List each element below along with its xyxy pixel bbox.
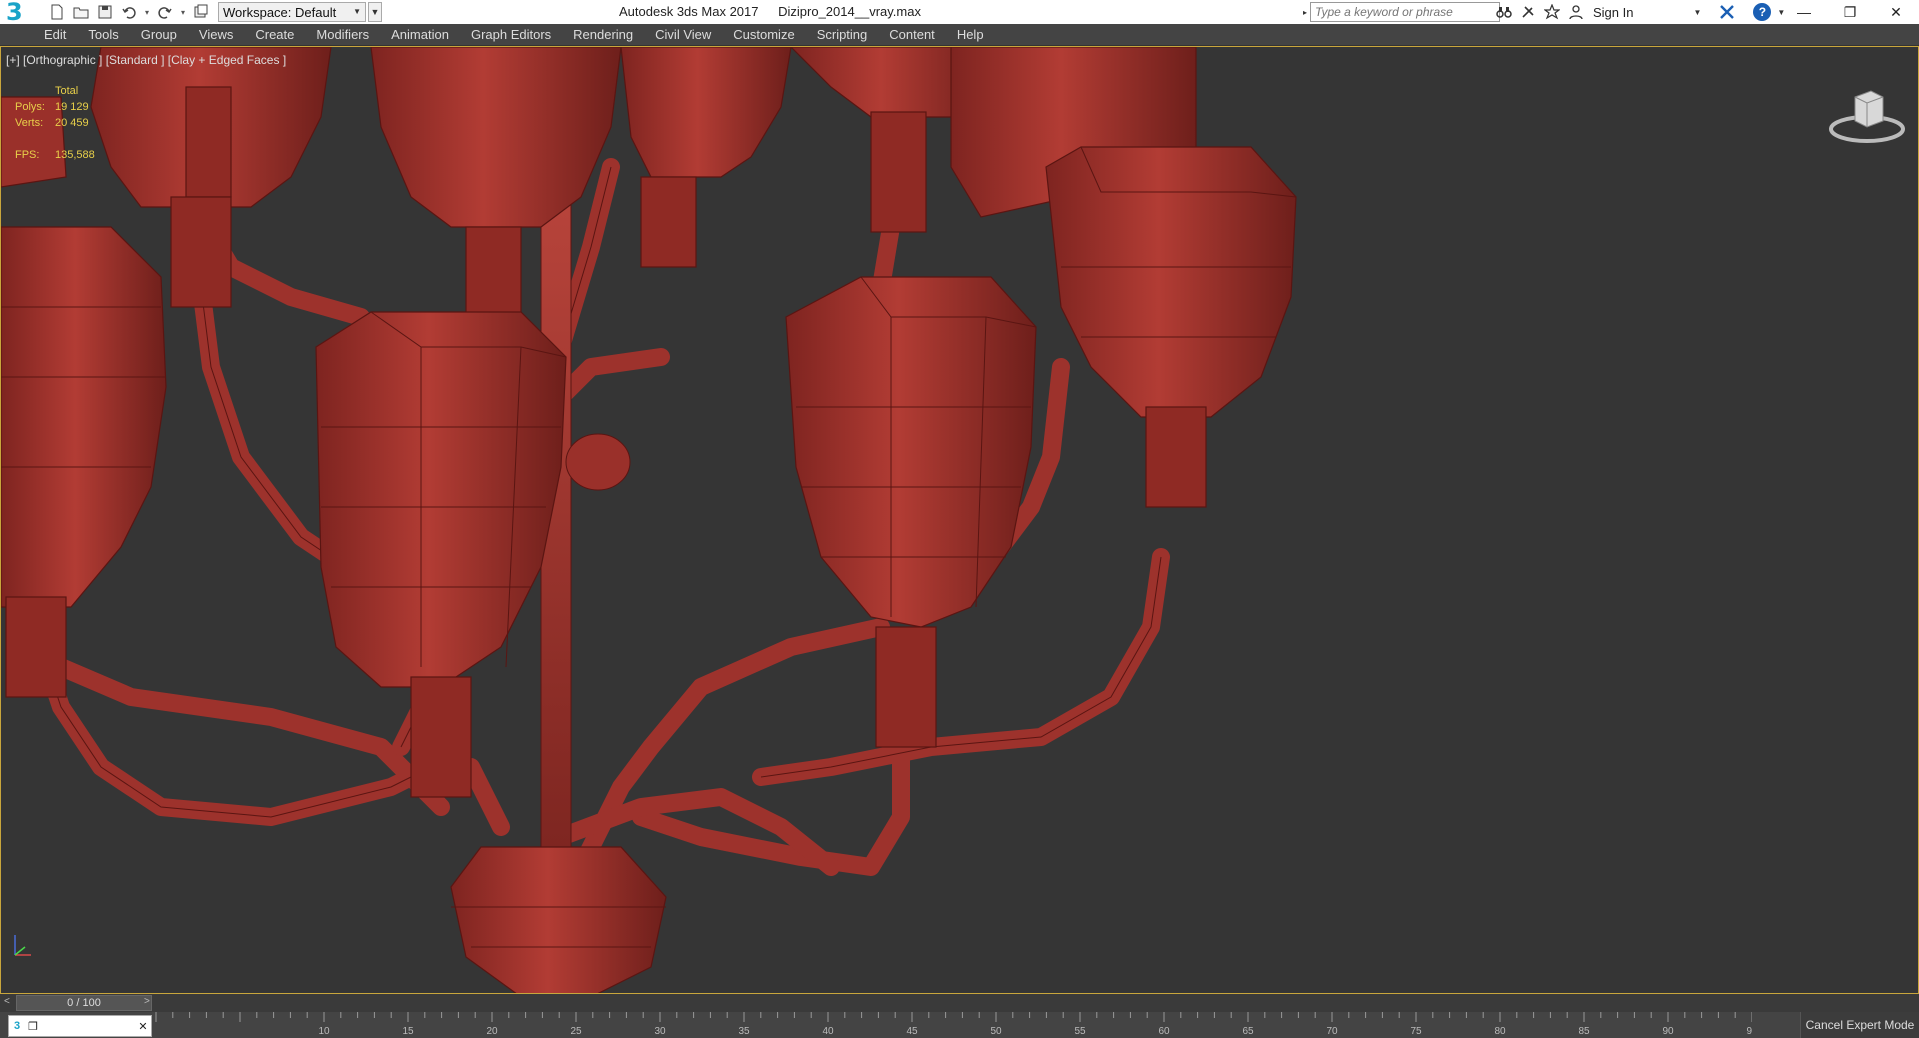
- workspace-options-button[interactable]: ▼: [368, 2, 382, 22]
- track-tick-label: 15: [402, 1026, 414, 1037]
- verts-value: 20 459: [55, 117, 89, 129]
- track-tick-label: 50: [990, 1026, 1002, 1037]
- sign-in-button[interactable]: Sign In: [1593, 5, 1633, 20]
- workspace-label: Workspace: Default: [223, 4, 337, 20]
- undo-dropdown-icon[interactable]: ▾: [142, 2, 152, 22]
- track-tick-label: 55: [1074, 1026, 1086, 1037]
- menu-help[interactable]: Help: [957, 24, 984, 46]
- menu-scripting[interactable]: Scripting: [817, 24, 868, 46]
- base-bowl: [450, 846, 667, 993]
- menu-modifiers[interactable]: Modifiers: [316, 24, 369, 46]
- new-file-icon[interactable]: [46, 2, 68, 22]
- fps-value: 135,588: [55, 149, 95, 161]
- track-tick-label: 20: [486, 1026, 498, 1037]
- star-icon[interactable]: [1543, 3, 1561, 21]
- file-name: Dizipro_2014__vray.max: [778, 4, 921, 19]
- search-input[interactable]: [1310, 2, 1500, 22]
- time-slider-next-icon[interactable]: >: [144, 996, 156, 1010]
- menu-group[interactable]: Group: [141, 24, 177, 46]
- exchange-apps-icon[interactable]: [1717, 3, 1737, 21]
- title-tools: Sign In ▼ ? ▼: [1495, 2, 1785, 22]
- track-tick-label: 60: [1158, 1026, 1170, 1037]
- save-icon[interactable]: [94, 2, 116, 22]
- maxscript-icon[interactable]: 3: [9, 1018, 25, 1034]
- viewport-label[interactable]: [+] [Orthographic ] [Standard ] [Clay + …: [6, 53, 286, 67]
- axis-tripod-icon: [14, 935, 31, 956]
- time-slider: < 0 / 100 >: [0, 994, 1919, 1012]
- help-icon[interactable]: ?: [1753, 3, 1772, 21]
- track-bar[interactable]: 101520253035404550556065707580859095100: [152, 1012, 1752, 1038]
- restore-listener-icon[interactable]: ❐: [25, 1018, 41, 1034]
- user-icon[interactable]: [1567, 3, 1585, 21]
- verts-label: Verts:: [15, 117, 44, 129]
- chevron-down-icon: ▼: [353, 7, 361, 16]
- binoculars-icon[interactable]: [1495, 3, 1513, 21]
- track-tick-label: 65: [1242, 1026, 1254, 1037]
- frame-display: 0 / 100: [67, 997, 101, 1009]
- search-area: ▸: [1300, 2, 1500, 22]
- close-icon[interactable]: ✕: [1873, 0, 1919, 24]
- polys-label: Polys:: [15, 101, 45, 113]
- track-tick-label: 25: [570, 1026, 582, 1037]
- undo-icon[interactable]: [118, 2, 140, 22]
- chandelier-model[interactable]: [1, 47, 1918, 993]
- redo-icon[interactable]: [154, 2, 176, 22]
- menu-rendering[interactable]: Rendering: [573, 24, 633, 46]
- workspace-selector[interactable]: Workspace: Default ▼: [218, 2, 366, 22]
- minimize-icon[interactable]: —: [1781, 0, 1827, 24]
- menu-views[interactable]: Views: [199, 24, 233, 46]
- menu-civil-view[interactable]: Civil View: [655, 24, 711, 46]
- viewport-orthographic[interactable]: [+] [Orthographic ] [Standard ] [Clay + …: [0, 46, 1919, 994]
- menu-customize[interactable]: Customize: [733, 24, 794, 46]
- title-bar: 3 ▾ ▾ Workspace: Default ▼ ▼ Autodesk 3d…: [0, 0, 1919, 25]
- track-tick-label: 85: [1578, 1026, 1590, 1037]
- track-tick-label: 80: [1494, 1026, 1506, 1037]
- time-slider-prev-icon[interactable]: <: [4, 996, 16, 1010]
- viewcube-icon[interactable]: [1827, 81, 1907, 151]
- track-tick-label: 95: [1746, 1026, 1752, 1037]
- quick-access-toolbar: ▾ ▾: [46, 0, 212, 24]
- menu-edit[interactable]: Edit: [44, 24, 66, 46]
- restore-icon[interactable]: ❐: [1827, 0, 1873, 24]
- track-tick-label: 70: [1326, 1026, 1338, 1037]
- cancel-expert-mode-button[interactable]: Cancel Expert Mode: [1800, 1012, 1919, 1038]
- fps-label: FPS:: [15, 149, 40, 161]
- track-tick-label: 45: [906, 1026, 918, 1037]
- viewport-statistics: Total Polys: 19 129 Verts: 20 459 FPS: 1…: [15, 83, 115, 163]
- app-logo[interactable]: 3: [0, 0, 38, 25]
- window-title: Autodesk 3ds Max 2017 Dizipro_2014__vray…: [560, 0, 980, 24]
- menu-tools[interactable]: Tools: [88, 24, 118, 46]
- track-tick-label: 40: [822, 1026, 834, 1037]
- menu-content[interactable]: Content: [889, 24, 935, 46]
- project-folder-icon[interactable]: [190, 2, 212, 22]
- polys-value: 19 129: [55, 101, 89, 113]
- track-tick-label: 10: [318, 1026, 330, 1037]
- close-listener-icon[interactable]: ✕: [135, 1018, 151, 1034]
- menu-graph-editors[interactable]: Graph Editors: [471, 24, 551, 46]
- window-controls: — ❐ ✕: [1781, 0, 1919, 24]
- track-tick-label: 35: [738, 1026, 750, 1037]
- menu-create[interactable]: Create: [255, 24, 294, 46]
- track-tick-label: 90: [1662, 1026, 1674, 1037]
- track-tick-label: 75: [1410, 1026, 1422, 1037]
- menu-bar: Edit Tools Group Views Create Modifiers …: [0, 24, 1919, 46]
- menu-animation[interactable]: Animation: [391, 24, 449, 46]
- bottom-bar: 3 ❐ ✕ 10 15 20 25 30 35 40 45 50 55 60 65 70 75 80 85 90…: [0, 1012, 1919, 1038]
- tools-icon[interactable]: [1519, 3, 1537, 21]
- open-folder-icon[interactable]: [70, 2, 92, 22]
- maxscript-mini-listener[interactable]: 3 ❐ ✕: [8, 1015, 152, 1037]
- app-name: Autodesk 3ds Max 2017: [619, 4, 759, 19]
- chevron-down-icon[interactable]: ▼: [1693, 8, 1701, 17]
- redo-dropdown-icon[interactable]: ▾: [178, 2, 188, 22]
- search-expand-icon[interactable]: ▸: [1300, 2, 1310, 22]
- track-tick-label: 30: [654, 1026, 666, 1037]
- stats-header: Total: [55, 85, 79, 97]
- time-slider-thumb[interactable]: 0 / 100: [16, 995, 152, 1011]
